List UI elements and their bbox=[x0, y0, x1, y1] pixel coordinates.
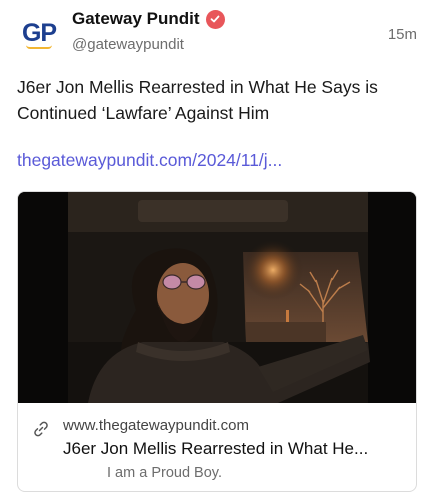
link-preview-domain: www.thegatewaypundit.com bbox=[63, 417, 249, 434]
display-name[interactable]: Gateway Pundit bbox=[72, 9, 200, 29]
social-post: GP Gateway Pundit @gatewaypundit 15m J6e… bbox=[0, 0, 435, 500]
post-link[interactable]: thegatewaypundit.com/2024/11/j... bbox=[17, 150, 282, 171]
post-timestamp[interactable]: 15m bbox=[388, 26, 417, 43]
name-row: Gateway Pundit bbox=[72, 9, 225, 29]
link-icon bbox=[34, 421, 48, 437]
link-preview-title: J6er Jon Mellis Rearrested in What He... bbox=[63, 439, 369, 458]
link-preview-description: I am a Proud Boy. bbox=[107, 465, 222, 481]
post-text: J6er Jon Mellis Rearrested in What He Sa… bbox=[17, 77, 378, 123]
avatar-logo-text: GP bbox=[21, 19, 57, 47]
verified-badge-icon bbox=[205, 9, 225, 29]
link-preview-meta[interactable]: www.thegatewaypundit.com J6er Jon Mellis… bbox=[18, 403, 416, 491]
avatar-logo-swoosh bbox=[26, 45, 52, 49]
link-preview-image[interactable] bbox=[18, 192, 416, 403]
account-avatar[interactable]: GP bbox=[18, 14, 60, 56]
account-handle[interactable]: @gatewaypundit bbox=[72, 36, 184, 53]
link-preview-card[interactable]: www.thegatewaypundit.com J6er Jon Mellis… bbox=[17, 191, 417, 492]
